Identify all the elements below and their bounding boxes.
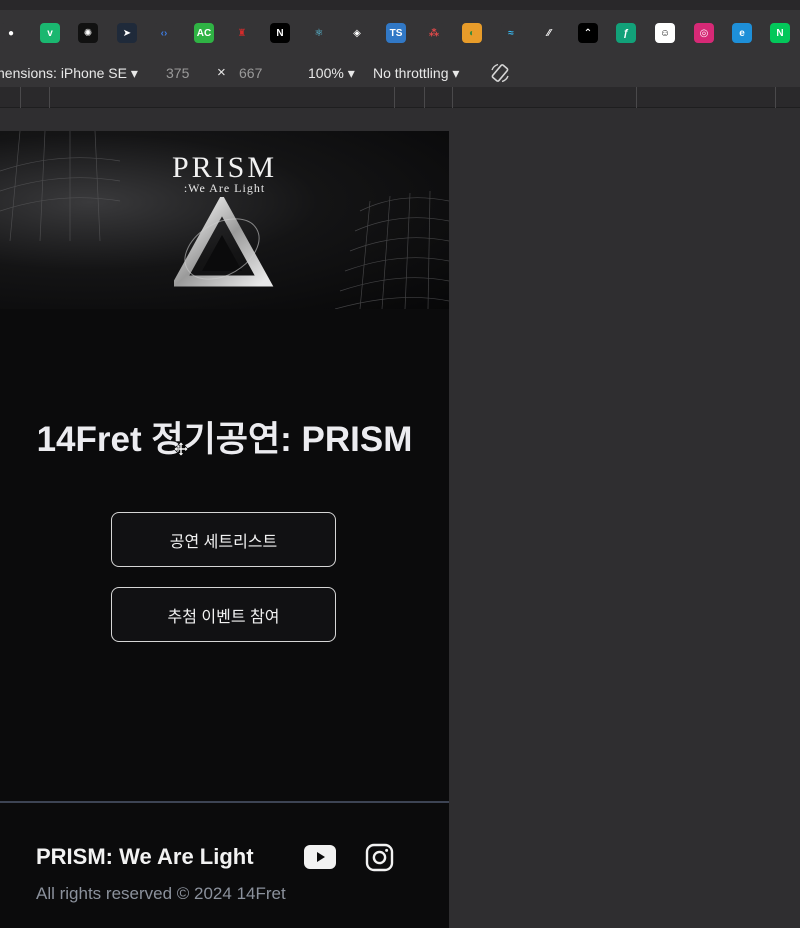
- openai-icon[interactable]: ✺: [78, 23, 98, 43]
- chevron-down-icon: ▾: [130, 65, 138, 81]
- react-icon[interactable]: ⚛: [309, 23, 329, 43]
- hero-banner: PRISM :We Are Light: [0, 131, 449, 309]
- device-select[interactable]: nensions: iPhone SE ▾: [0, 65, 138, 82]
- devtools-canvas: [449, 108, 800, 928]
- copyright-text: All rights reserved © 2024 14Fret: [36, 884, 286, 903]
- chevron-down-icon: ▾: [347, 65, 355, 81]
- youtube-icon[interactable]: [304, 845, 336, 869]
- zoom-select[interactable]: 100% ▾: [308, 65, 355, 82]
- typescript-icon[interactable]: TS: [386, 23, 406, 43]
- edge-icon[interactable]: e: [732, 23, 752, 43]
- chevron-down-icon: ▾: [452, 65, 460, 81]
- globe-icon[interactable]: ◐: [462, 23, 482, 43]
- ac-icon[interactable]: AC: [194, 23, 214, 43]
- device-viewport: PRISM :We Are Light 14Fret 정기공연: PRISM 공…: [0, 131, 449, 928]
- move-cursor-icon: [173, 441, 189, 457]
- tailwind-icon[interactable]: ≈: [501, 23, 521, 43]
- zoom-label: 100%: [308, 65, 344, 81]
- width-input[interactable]: 375: [166, 65, 189, 81]
- throttling-label: No throttling: [373, 65, 449, 81]
- vimeo-icon[interactable]: v: [40, 23, 60, 43]
- code-icon[interactable]: ‹›: [154, 23, 174, 43]
- naver-icon[interactable]: N: [770, 23, 790, 43]
- times-icon: ×: [217, 64, 226, 81]
- rotate-icon[interactable]: [489, 62, 511, 84]
- device-select-label: nensions: iPhone SE: [0, 65, 127, 81]
- hero-subtitle: :We Are Light: [183, 181, 266, 195]
- hero-title: PRISM: [171, 151, 278, 184]
- chevrons-up-icon[interactable]: ⌃: [578, 23, 598, 43]
- smile-icon[interactable]: ☺: [655, 23, 675, 43]
- height-input[interactable]: 667: [239, 65, 262, 81]
- viewport-gutter: [0, 108, 449, 131]
- media-query-ruler: [0, 87, 800, 108]
- feather-icon[interactable]: ƒ: [616, 23, 636, 43]
- cube-icon[interactable]: ◈: [347, 23, 367, 43]
- device-toolbar: nensions: iPhone SE ▾ 375 × 667 100% ▾ N…: [0, 59, 800, 87]
- bookmarks-bar: ● v ✺ ➤ ‹› AC ♜ N ⚛ ◈ TS ⁂ ◐ ≈ ⁄⁄ ⌃ ƒ ☺ ◎ e N: [0, 0, 800, 59]
- footer: PRISM: We Are Light All rights reserved …: [0, 801, 449, 928]
- setlist-button[interactable]: 공연 세트리스트: [111, 512, 336, 567]
- slash-icon[interactable]: ⁄⁄: [539, 23, 559, 43]
- nextjs-icon[interactable]: N: [270, 23, 290, 43]
- footer-title: PRISM: We Are Light: [36, 844, 254, 869]
- page-title: 14Fret 정기공연: PRISM: [36, 420, 413, 459]
- instagram-icon[interactable]: [365, 843, 394, 872]
- github-icon[interactable]: ●: [1, 23, 21, 43]
- instagram-bookmark-icon[interactable]: ◎: [694, 23, 714, 43]
- throttling-select[interactable]: No throttling ▾: [373, 65, 459, 82]
- dots-icon[interactable]: ⁂: [424, 23, 444, 43]
- event-button[interactable]: 추첨 이벤트 참여: [111, 587, 336, 642]
- prism-triangle-logo: [174, 197, 274, 287]
- tower-icon[interactable]: ♜: [232, 23, 252, 43]
- bird-icon[interactable]: ➤: [117, 23, 137, 43]
